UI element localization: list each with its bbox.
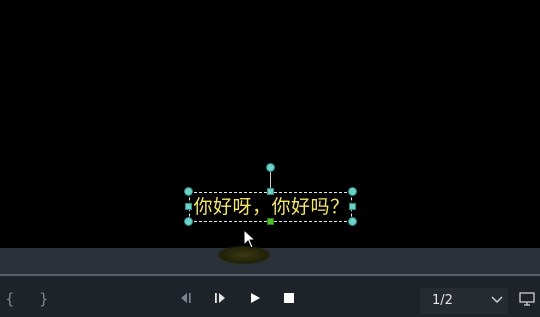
mouse-cursor-icon bbox=[243, 229, 257, 249]
bracket-close-icon[interactable]: } bbox=[39, 290, 49, 308]
monitor-icon[interactable] bbox=[519, 292, 535, 306]
chevron-down-icon[interactable] bbox=[490, 294, 504, 306]
step-back-icon[interactable] bbox=[179, 291, 193, 305]
resize-handle-bottom-right[interactable] bbox=[348, 217, 357, 226]
resize-handle-bottom-left[interactable] bbox=[184, 217, 193, 226]
page-selector[interactable]: 1/2 bbox=[420, 288, 508, 314]
anchor-handle-bottom[interactable] bbox=[267, 218, 274, 225]
preview-bottom-strip bbox=[0, 248, 540, 274]
resize-handle-top[interactable] bbox=[267, 188, 274, 195]
play-icon[interactable] bbox=[248, 291, 262, 305]
bracket-open-icon[interactable]: { bbox=[5, 290, 15, 308]
resize-handle-top-left[interactable] bbox=[184, 187, 193, 196]
step-forward-icon[interactable] bbox=[213, 291, 227, 305]
resize-handle-right[interactable] bbox=[349, 203, 356, 210]
rotate-handle[interactable] bbox=[266, 163, 275, 172]
resize-handle-top-right[interactable] bbox=[348, 187, 357, 196]
page-indicator: 1/2 bbox=[432, 293, 453, 308]
resize-handle-left[interactable] bbox=[185, 203, 192, 210]
stop-icon[interactable] bbox=[282, 291, 296, 305]
